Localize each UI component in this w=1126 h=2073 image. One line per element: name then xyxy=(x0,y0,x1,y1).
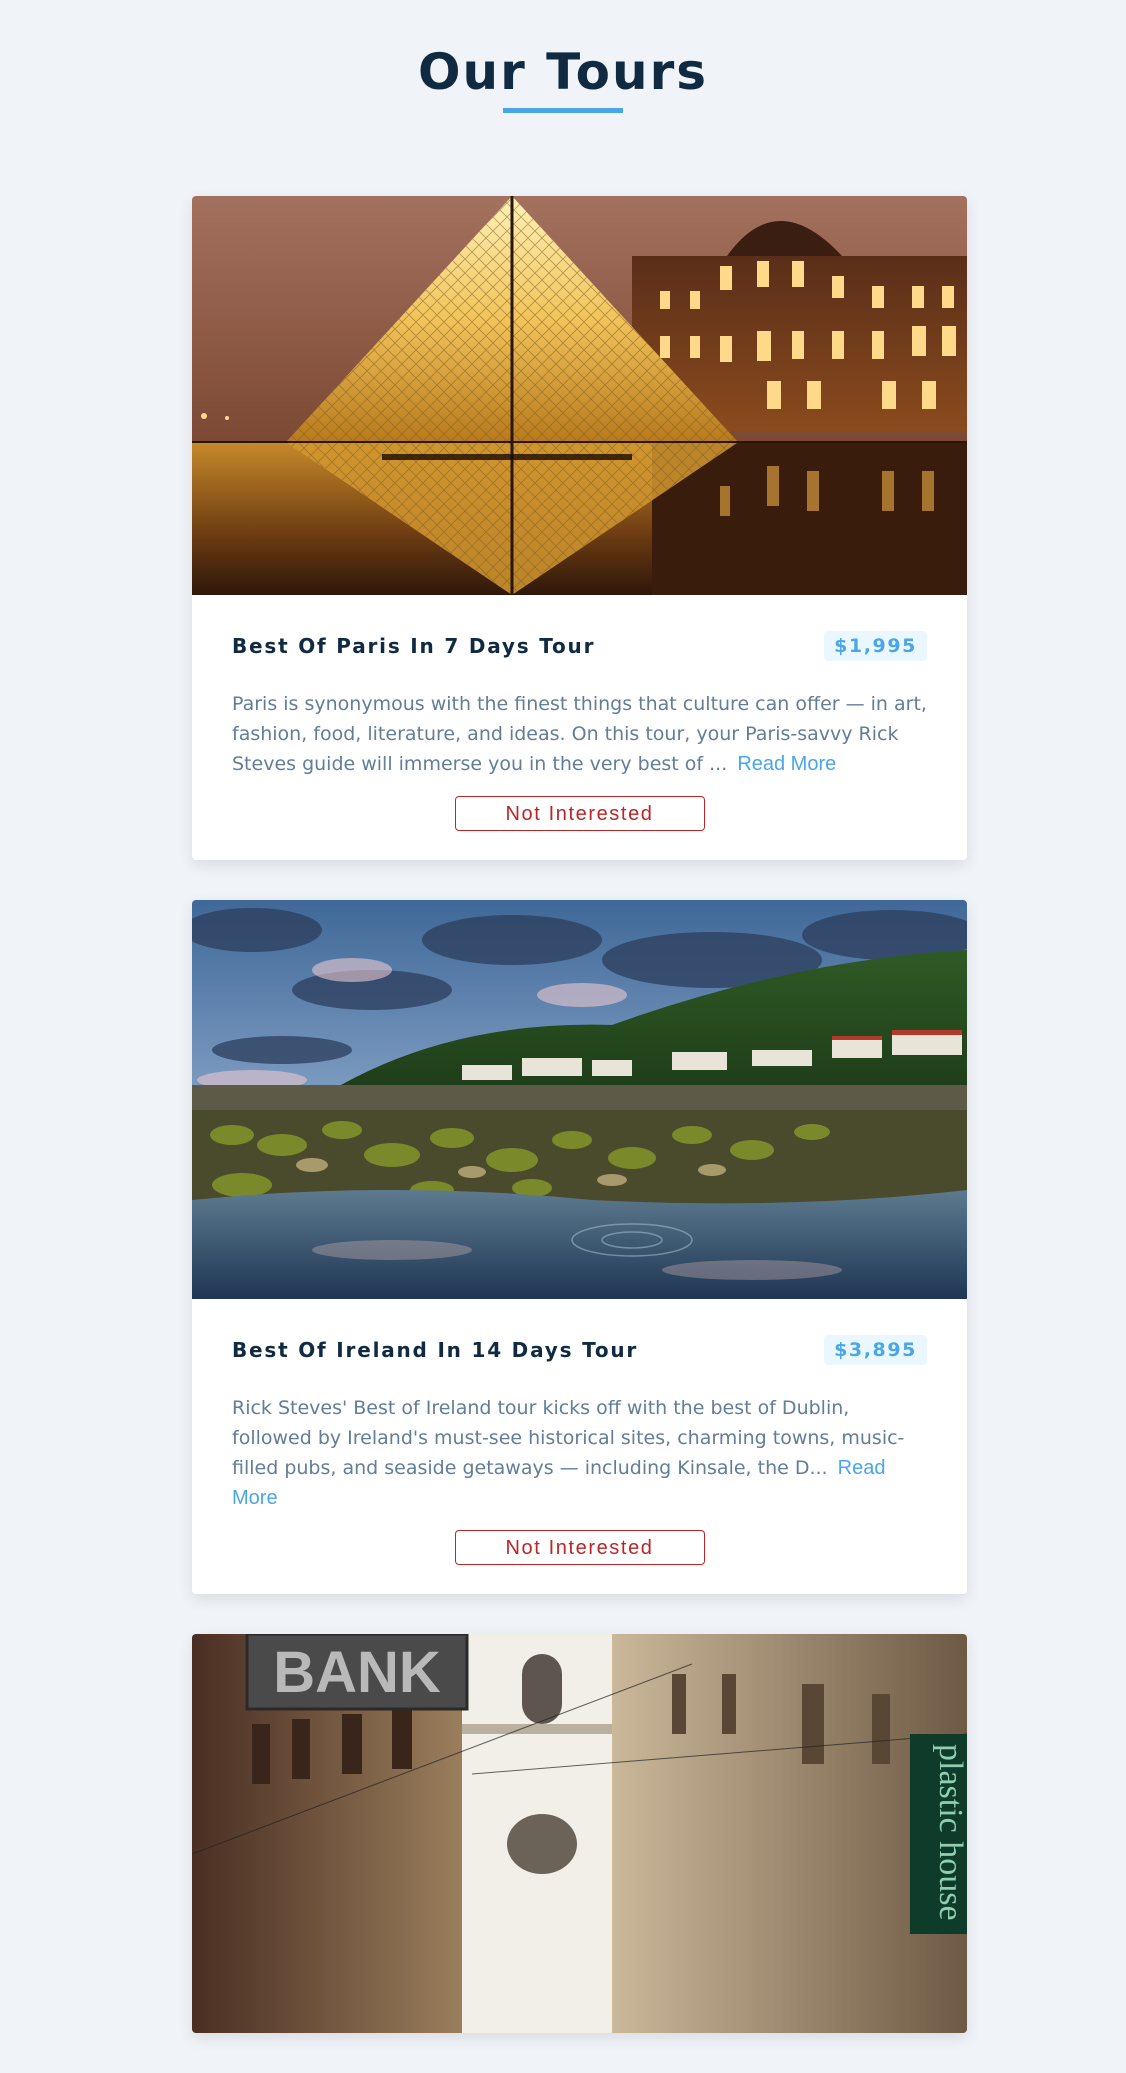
tour-image-vienna: BANK plastic house xyxy=(192,1634,967,2033)
not-interested-button[interactable]: Not Interested xyxy=(454,1530,705,1565)
tour-image-ireland xyxy=(192,900,967,1299)
shop-sign-text: plastic house xyxy=(932,1744,967,1921)
read-more-link[interactable]: Read More xyxy=(737,753,836,775)
tour-image-paris xyxy=(192,196,967,595)
tour-description: Rick Steves' Best of Ireland tour kicks … xyxy=(232,1393,927,1513)
button-row: Not Interested xyxy=(232,796,927,831)
tour-card: BANK plastic house xyxy=(192,1634,967,2033)
tour-price: $3,895 xyxy=(824,1335,927,1365)
tour-price: $1,995 xyxy=(824,631,927,661)
button-row: Not Interested xyxy=(232,1530,927,1565)
tour-description-text: Rick Steves' Best of Ireland tour kicks … xyxy=(232,1397,905,1479)
bank-sign-text: BANK xyxy=(273,1640,441,1705)
tour-card: Best Of Paris In 7 Days Tour $1,995 Pari… xyxy=(192,196,967,860)
irish-coast-photo xyxy=(192,900,967,1299)
tour-info: Best Of Ireland In 14 Days Tour $3,895 R… xyxy=(192,1299,967,1594)
tour-header: Best Of Paris In 7 Days Tour $1,995 xyxy=(232,631,927,661)
tour-name: Best Of Paris In 7 Days Tour xyxy=(232,634,596,658)
tour-description: Paris is synonymous with the finest thin… xyxy=(232,689,927,779)
tour-list: Best Of Paris In 7 Days Tour $1,995 Pari… xyxy=(192,196,967,2073)
page-header: Our Tours xyxy=(0,0,1126,113)
louvre-pyramid-photo xyxy=(192,196,967,595)
not-interested-button[interactable]: Not Interested xyxy=(454,796,705,831)
vienna-street-photo: BANK plastic house xyxy=(192,1634,967,2033)
tour-info: Best Of Paris In 7 Days Tour $1,995 Pari… xyxy=(192,595,967,860)
title-underline xyxy=(503,108,623,113)
tour-card: Best Of Ireland In 14 Days Tour $3,895 R… xyxy=(192,900,967,1594)
tour-header: Best Of Ireland In 14 Days Tour $3,895 xyxy=(232,1335,927,1365)
tour-name: Best Of Ireland In 14 Days Tour xyxy=(232,1338,639,1362)
page-title: Our Tours xyxy=(418,43,708,101)
